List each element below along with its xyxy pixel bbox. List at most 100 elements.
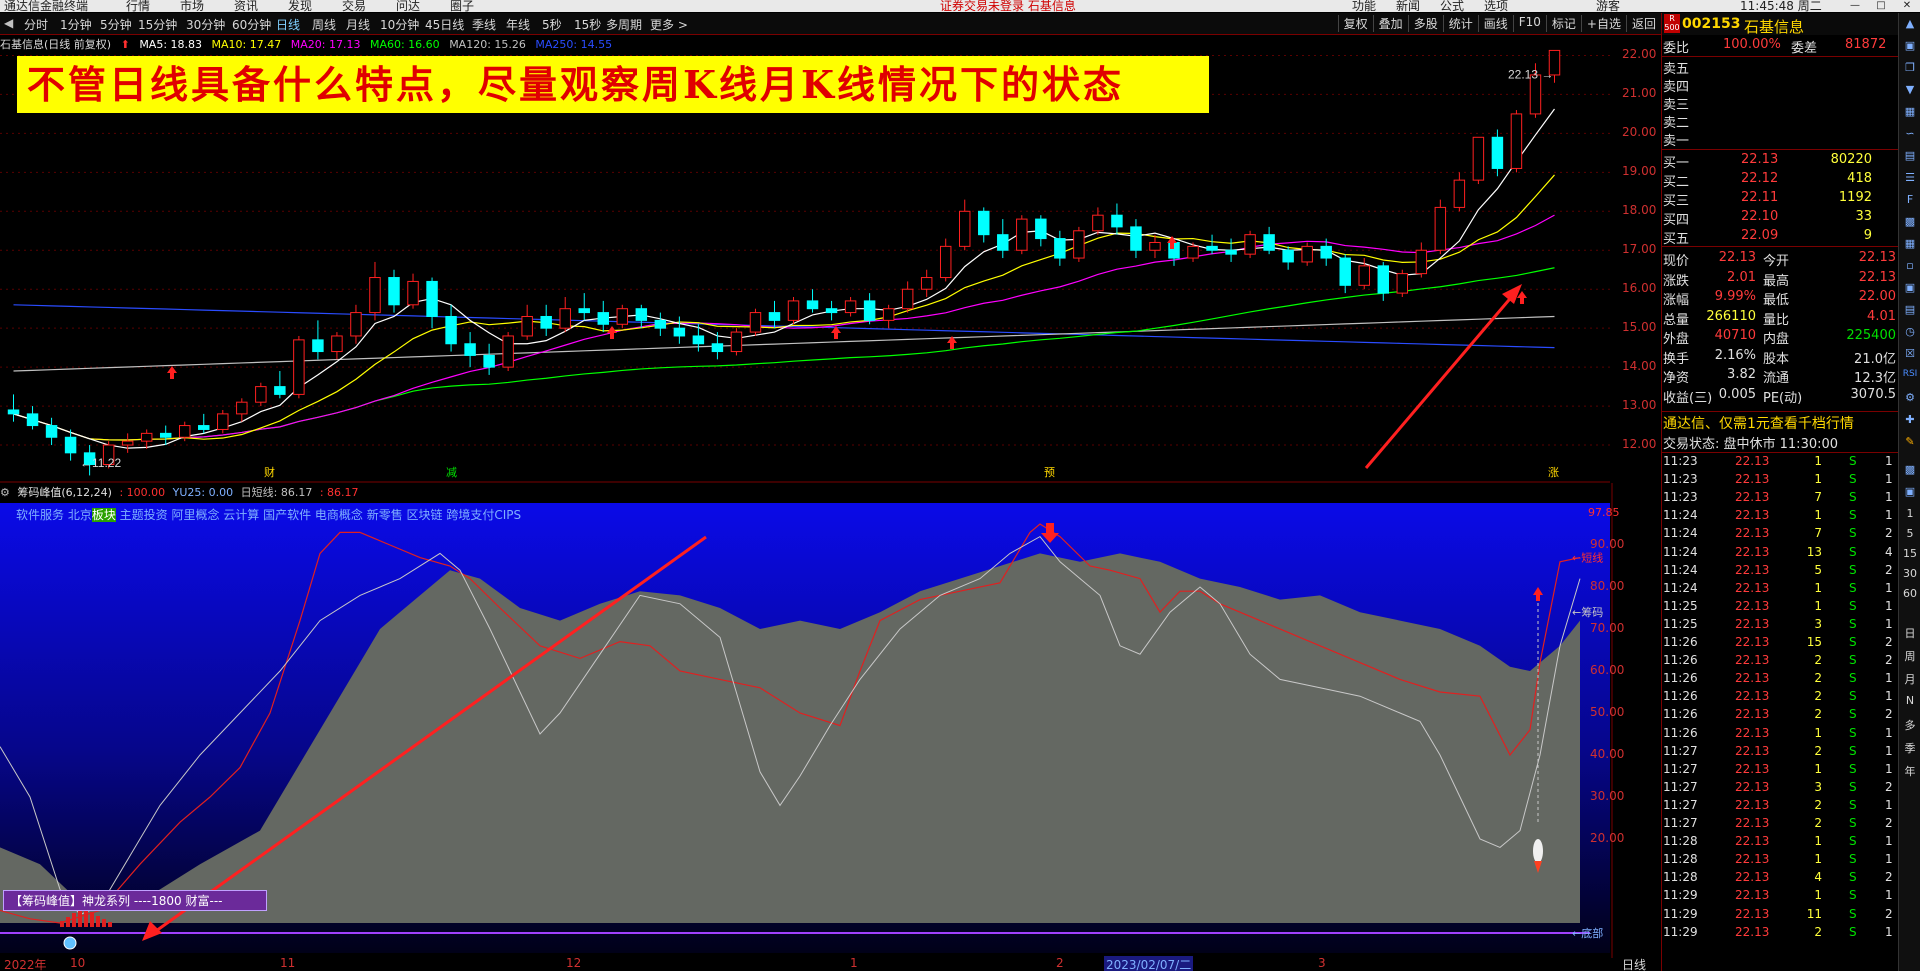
toolbar-button[interactable]: 统计	[1442, 15, 1478, 32]
menu-item-discover[interactable]: 发现	[288, 0, 312, 12]
period-tab[interactable]: 更多 >	[650, 16, 688, 33]
toolbar-button[interactable]: 多股	[1407, 15, 1443, 32]
tick-side: S	[1849, 544, 1857, 559]
candle	[1377, 265, 1390, 294]
period-tab[interactable]: 月线	[346, 16, 370, 33]
report-icon[interactable]: ▤	[1902, 303, 1918, 316]
close-icon[interactable]: ✕	[1894, 0, 1920, 12]
table-icon[interactable]: ▩	[1902, 215, 1918, 228]
period-tab[interactable]: 年线	[506, 16, 530, 33]
down-icon[interactable]: ▼	[1902, 83, 1918, 96]
rsi-icon[interactable]: RSI	[1902, 369, 1918, 379]
period-tab[interactable]: 15秒	[574, 16, 601, 33]
indicator-name[interactable]: 筹码峰值(6,12,24)	[17, 486, 112, 499]
period-shortcut[interactable]: N	[1902, 694, 1918, 707]
buy-volume: 33	[1855, 209, 1872, 224]
event-marker[interactable]: 减	[446, 466, 457, 479]
period-tab[interactable]: 1分钟	[60, 16, 92, 33]
window-icon[interactable]: ▣	[1902, 39, 1918, 52]
strip-label[interactable]: 60	[1902, 587, 1918, 600]
menu-item-quotes[interactable]: 行情	[126, 0, 150, 12]
tick-count: 1	[1885, 888, 1893, 903]
strip-label[interactable]: 30	[1902, 567, 1918, 580]
indicator-tick: 80.00	[1590, 579, 1625, 593]
candle	[179, 425, 191, 438]
buy-row: 买三 22.11 1192	[1663, 189, 1898, 209]
toolbar-button[interactable]: 复权	[1337, 15, 1373, 32]
chip-bar	[96, 916, 100, 927]
copy-icon[interactable]: ❐	[1902, 61, 1918, 74]
toolbar-button[interactable]: +自选	[1580, 15, 1626, 32]
f10-icon[interactable]: F	[1902, 193, 1918, 206]
period-shortcut[interactable]: 季	[1902, 740, 1918, 756]
toolbar-button[interactable]: 叠加	[1372, 15, 1408, 32]
toolbar-button[interactable]: 画线	[1477, 15, 1513, 32]
clock-icon[interactable]: ◷	[1902, 325, 1918, 338]
up-icon[interactable]: ▲	[1902, 17, 1918, 30]
period-tab[interactable]: 5分钟	[100, 16, 132, 33]
tick-side: S	[1849, 906, 1857, 921]
layout-icon[interactable]: ▣	[1902, 485, 1918, 498]
bars-icon[interactable]: ▤	[1902, 149, 1918, 162]
menu-item-options[interactable]: 选项	[1484, 0, 1508, 12]
x-icon[interactable]: ☒	[1902, 347, 1918, 360]
event-marker[interactable]: 预	[1044, 466, 1055, 479]
move-icon[interactable]: ✚	[1902, 413, 1918, 426]
period-tab[interactable]: 日线	[276, 16, 300, 33]
candle	[236, 401, 248, 415]
period-shortcut[interactable]: 多	[1902, 717, 1918, 733]
period-shortcut[interactable]: 年	[1902, 763, 1918, 779]
menu-item-formula[interactable]: 公式	[1440, 0, 1464, 12]
menu-item-wenda[interactable]: 问达	[396, 0, 420, 12]
event-marker[interactable]: 涨	[1548, 466, 1559, 479]
period-shortcut[interactable]: 月	[1902, 671, 1918, 687]
menu-item-circle[interactable]: 圈子	[450, 0, 474, 12]
strip-label[interactable]: 1	[1902, 507, 1918, 520]
toolbar-button[interactable]: F10	[1512, 15, 1546, 32]
menu-item-trade[interactable]: 交易	[342, 0, 366, 12]
maximize-icon[interactable]: □	[1868, 0, 1894, 12]
period-tab[interactable]: 季线	[472, 16, 496, 33]
menu-item-functions[interactable]: 功能	[1352, 0, 1376, 12]
strip-label[interactable]: 5	[1902, 527, 1918, 540]
grid-icon[interactable]: ▦	[1902, 105, 1918, 118]
minimize-icon[interactable]: —	[1842, 0, 1868, 12]
period-tab[interactable]: 30分钟	[186, 16, 225, 33]
tick-price: 22.13	[1735, 797, 1770, 812]
book-icon[interactable]: ▦	[1902, 237, 1918, 250]
user-label[interactable]: 游客	[1596, 0, 1620, 12]
candle	[1035, 218, 1047, 240]
capture-icon[interactable]: ▣	[1902, 281, 1918, 294]
period-tab[interactable]: 分时	[24, 16, 48, 33]
menu-item-market[interactable]: 市场	[180, 0, 204, 12]
chart-icon[interactable]: ∽	[1902, 127, 1918, 140]
period-indicator: 日线	[1622, 958, 1647, 971]
toolbar-button[interactable]: 返回	[1625, 15, 1661, 32]
event-marker[interactable]: 财	[264, 465, 275, 479]
period-tab[interactable]: 45日线	[425, 16, 464, 33]
pencil-icon[interactable]: ✎	[1902, 435, 1918, 448]
period-tab[interactable]: 多周期	[606, 16, 642, 33]
period-tab[interactable]: 60分钟	[232, 16, 271, 33]
period-tab[interactable]: 5秒	[542, 16, 562, 33]
gear-icon[interactable]: ⚙	[1902, 391, 1918, 404]
doc-icon[interactable]: ▫	[1902, 259, 1918, 272]
chip-peak-indicator[interactable]: 97.85 ←短线 ←筹码 ←底部	[0, 483, 1661, 958]
tick-volume: 7	[1814, 526, 1822, 541]
period-tab[interactable]: 10分钟	[380, 16, 419, 33]
toolbar-button[interactable]: 标记	[1545, 15, 1581, 32]
strip-label[interactable]: 15	[1902, 547, 1918, 560]
period-shortcut[interactable]: 周	[1902, 648, 1918, 664]
quote-title: R 500 002153 石基信息	[1662, 13, 1899, 36]
period-tab[interactable]: 15分钟	[138, 16, 177, 33]
indicator-value-4: : 86.17	[319, 486, 359, 499]
period-tab[interactable]: 周线	[312, 16, 336, 33]
menu-item-news[interactable]: 资讯	[234, 0, 258, 12]
menu-item-headlines[interactable]: 新闻	[1396, 0, 1420, 12]
promo-banner[interactable]: 通达信、仅需1元查看千档行情	[1663, 413, 1854, 433]
back-icon[interactable]: ◀	[4, 16, 13, 30]
indicator-gear-icon[interactable]: ⚙	[0, 486, 10, 499]
period-shortcut[interactable]: 日	[1902, 625, 1918, 641]
expand-icon[interactable]: ▩	[1902, 463, 1918, 476]
list-icon[interactable]: ☰	[1902, 171, 1918, 184]
